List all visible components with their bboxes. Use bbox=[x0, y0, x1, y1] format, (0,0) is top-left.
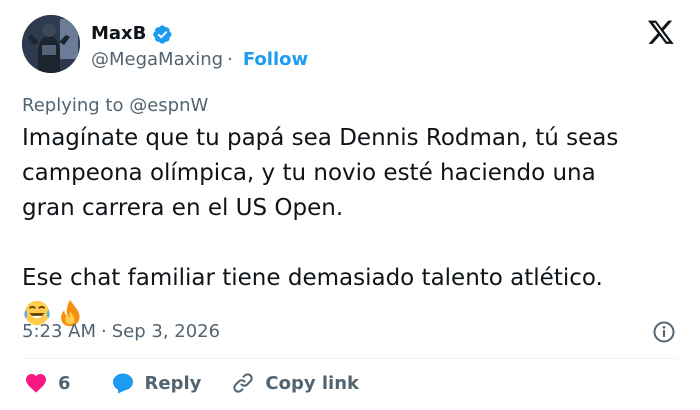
info-icon[interactable] bbox=[652, 320, 676, 344]
divider bbox=[22, 358, 678, 359]
separator-dot: · bbox=[227, 49, 233, 70]
reply-bubble-icon bbox=[112, 373, 133, 394]
follow-button[interactable]: Follow bbox=[243, 48, 308, 72]
author-handle-row: @MegaMaxing · Follow bbox=[91, 48, 308, 72]
tweet-line: Ese chat familiar tiene demasiado talent… bbox=[22, 265, 603, 291]
like-button[interactable]: 6 bbox=[24, 371, 71, 395]
copy-link-button[interactable]: Copy link bbox=[231, 371, 359, 395]
author-name[interactable]: MaxB bbox=[91, 22, 146, 46]
action-bar: 6 Reply Copy link bbox=[24, 371, 359, 395]
tweet-text: Imagínate que tu papá sea Dennis Rodman,… bbox=[22, 121, 682, 328]
verified-badge-icon bbox=[153, 24, 172, 44]
reply-button[interactable]: Reply bbox=[111, 371, 202, 395]
heart-icon bbox=[26, 374, 46, 393]
x-logo-icon[interactable] bbox=[646, 18, 676, 46]
tweet-time: 5:23 AM bbox=[22, 321, 96, 342]
link-icon bbox=[233, 373, 254, 393]
tweet-line: Imagínate que tu papá sea Dennis Rodman,… bbox=[22, 125, 619, 151]
avatar-image bbox=[22, 15, 80, 73]
like-count: 6 bbox=[58, 372, 71, 394]
tweet-line: campeona olímpica, y tu novio esté hacie… bbox=[22, 160, 596, 186]
separator-dot: · bbox=[101, 321, 107, 342]
replying-to-text: Replying to @espnW bbox=[22, 95, 209, 116]
tweet-line: gran carrera en el US Open. bbox=[22, 195, 344, 221]
author-name-row[interactable]: MaxB bbox=[91, 22, 173, 46]
timestamp[interactable]: 5:23 AM · Sep 3, 2026 bbox=[22, 320, 220, 344]
copy-link-label: Copy link bbox=[265, 372, 359, 394]
avatar[interactable] bbox=[22, 15, 80, 73]
tweet-date: Sep 3, 2026 bbox=[111, 321, 221, 342]
author-handle[interactable]: @MegaMaxing bbox=[91, 48, 223, 72]
reply-label: Reply bbox=[144, 372, 202, 394]
